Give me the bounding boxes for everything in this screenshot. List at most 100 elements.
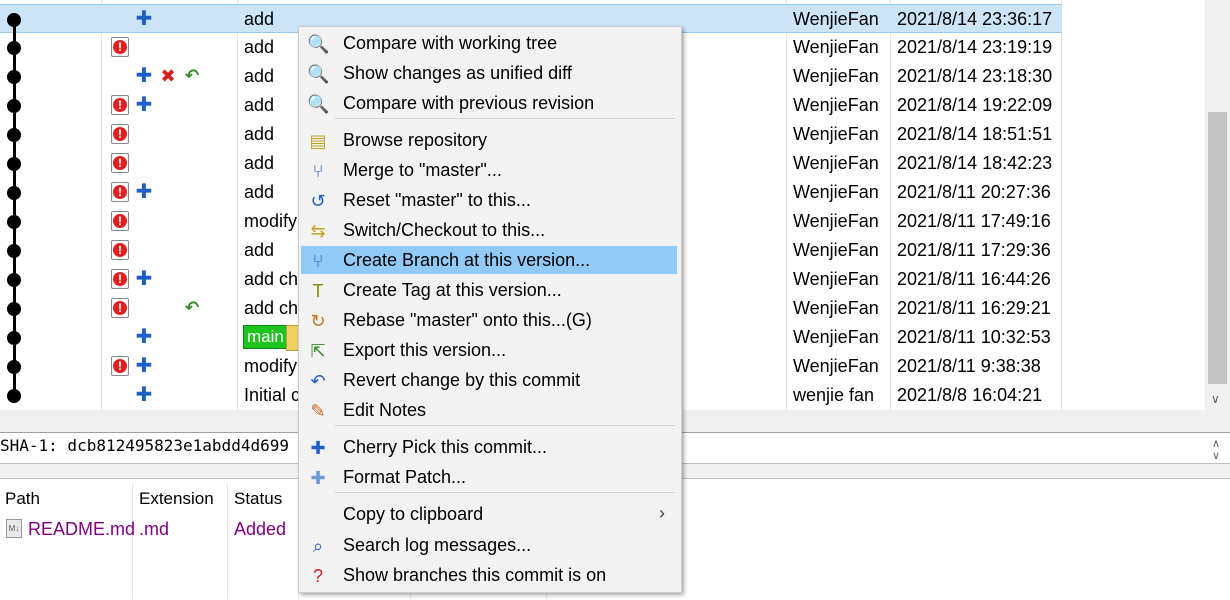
magnifier-icon: 🔍 (307, 64, 330, 84)
submenu-arrow-icon: › (659, 503, 665, 523)
commit-date: 2021/8/14 23:19:19 (897, 37, 1053, 57)
menu-item-label: Show branches this commit is on (343, 565, 607, 585)
rebase-icon: ↻ (310, 311, 326, 331)
commit-date: 2021/8/11 17:49:16 (897, 211, 1051, 231)
menu-item-compare-with-working-tree[interactable]: 🔍 Compare with working tree (301, 29, 677, 57)
commit-message: add (244, 95, 275, 115)
menu-separator (335, 118, 675, 119)
menu-item-show-changes-as-unified-diff[interactable]: 🔍 Show changes as unified diff (301, 59, 677, 87)
cherry-pick-icon: ✚ (310, 438, 326, 458)
menu-item-browse-repository[interactable]: ▤ Browse repository (301, 126, 677, 154)
menu-item-reset-master-to-this[interactable]: ↺ Reset "master" to this... (301, 186, 677, 214)
markdown-file-icon: M↓ (6, 519, 22, 538)
menu-item-merge-to-master[interactable]: ⑂ Merge to "master"... (301, 156, 677, 184)
commit-author: WenjieFan (793, 66, 879, 86)
commit-date: 2021/8/14 19:22:09 (897, 95, 1053, 115)
file-row[interactable]: M↓ README.md .md Added (0, 479, 300, 549)
menu-item-label: Reset "master" to this... (343, 190, 531, 210)
menu-item-edit-notes[interactable]: ✎ Edit Notes (301, 396, 677, 424)
menu-item-format-patch[interactable]: ✚ Format Patch... (301, 463, 677, 491)
scroll-down-icon[interactable]: ∨ (1211, 392, 1220, 406)
sha-text: SHA-1: dcb812495823e1abdd4d699 (0, 436, 289, 455)
menu-item-label: Create Tag at this version... (343, 280, 562, 300)
modified-icon (111, 95, 129, 115)
commit-author: WenjieFan (793, 37, 879, 57)
modified-icon (111, 240, 129, 260)
added-icon: ✚ (135, 181, 153, 203)
commit-message: add (244, 182, 275, 202)
branches-icon: ? (312, 566, 323, 586)
modified-icon (111, 182, 129, 202)
menu-item-export-this-version[interactable]: ⇱ Export this version... (301, 336, 677, 364)
commit-author: WenjieFan (793, 182, 879, 202)
checkout-icon: ⇆ (310, 221, 326, 241)
commit-message: add ch (244, 298, 299, 318)
commit-message: add (244, 124, 275, 144)
menu-item-search-log-messages[interactable]: ⌕ Search log messages... (301, 531, 677, 559)
deleted-icon: ✖ (160, 66, 176, 86)
revert-icon: ↶ (310, 371, 326, 391)
menu-item-revert-change-by-this-commit[interactable]: ↶ Revert change by this commit (301, 366, 677, 394)
menu-item-compare-with-previous-revision[interactable]: 🔍 Compare with previous revision (301, 89, 677, 117)
tag-icon: T (312, 281, 324, 301)
commit-author: WenjieFan (793, 211, 879, 231)
log-scrollbar[interactable]: ∨ (1205, 0, 1230, 410)
modified-icon (111, 37, 129, 57)
graph-line (13, 18, 16, 398)
menu-item-create-branch-at-this-version[interactable]: ⑂ Create Branch at this version... (301, 246, 677, 274)
branch-label: main (243, 325, 288, 349)
menu-item-cherry-pick-this-commit[interactable]: ✚ Cherry Pick this commit... (301, 433, 677, 461)
menu-item-rebase-master-onto-this-g[interactable]: ↻ Rebase "master" onto this...(G) (301, 306, 677, 334)
added-icon: ✚ (135, 355, 153, 377)
menu-item-label: Show changes as unified diff (343, 63, 572, 83)
commit-message: modify (244, 356, 298, 376)
commit-author: WenjieFan (793, 153, 879, 173)
menu-item-label: Format Patch... (343, 467, 467, 487)
added-icon: ✚ (135, 65, 153, 87)
commit-author: WenjieFan (793, 124, 879, 144)
added-icon: ✚ (135, 94, 153, 116)
commit-message: add ch (244, 269, 299, 289)
commit-author: wenjie fan (793, 385, 875, 405)
added-icon: ✚ (135, 326, 153, 348)
modified-icon (111, 124, 129, 144)
menu-item-label: Browse repository (343, 130, 488, 150)
menu-item-label: Search log messages... (343, 535, 532, 555)
file-status: Added (234, 519, 287, 539)
menu-item-label: Cherry Pick this commit... (343, 437, 548, 457)
renamed-icon: ↶ (184, 66, 200, 85)
commit-message: add (244, 37, 275, 57)
menu-item-show-branches-this-commit-is-on[interactable]: ? Show branches this commit is on (301, 561, 677, 589)
menu-item-label: Revert change by this commit (343, 370, 581, 390)
scrollbar-thumb[interactable] (1208, 112, 1227, 384)
commit-date: 2021/8/14 18:51:51 (897, 124, 1053, 144)
menu-item-switch-checkout-to-this[interactable]: ⇆ Switch/Checkout to this... (301, 216, 677, 244)
commit-author: WenjieFan (793, 269, 879, 289)
commit-author: WenjieFan (793, 9, 879, 29)
search-icon: ⌕ (312, 536, 324, 556)
commit-date: 2021/8/14 18:42:23 (897, 153, 1053, 173)
renamed-icon: ↶ (184, 298, 200, 317)
added-icon: ✚ (135, 268, 153, 290)
menu-item-label: Compare with working tree (343, 33, 558, 53)
export-icon: ⇱ (310, 341, 326, 361)
scroll-down-icon[interactable]: ∨ (1212, 449, 1220, 462)
commit-date: 2021/8/14 23:18:30 (897, 66, 1053, 86)
modified-icon (111, 269, 129, 289)
commit-date: 2021/8/14 23:36:17 (897, 9, 1053, 29)
commit-message: add (244, 9, 275, 29)
repository-icon: ▤ (309, 131, 327, 151)
modified-icon (111, 356, 129, 376)
file-path: README.md (28, 519, 136, 539)
menu-item-copy-to-clipboard[interactable]: Copy to clipboard › (301, 500, 677, 528)
menu-item-label: Copy to clipboard (343, 504, 484, 524)
menu-item-label: Merge to "master"... (343, 160, 502, 180)
commit-date: 2021/8/11 10:32:53 (897, 327, 1051, 347)
commit-date: 2021/8/11 20:27:36 (897, 182, 1051, 202)
modified-icon (111, 153, 129, 173)
menu-item-create-tag-at-this-version[interactable]: T Create Tag at this version... (301, 276, 677, 304)
commit-author: WenjieFan (793, 356, 879, 376)
commit-date: 2021/8/11 17:29:36 (897, 240, 1051, 260)
menu-item-label: Rebase "master" onto this...(G) (343, 310, 592, 330)
commit-author: WenjieFan (793, 298, 879, 318)
